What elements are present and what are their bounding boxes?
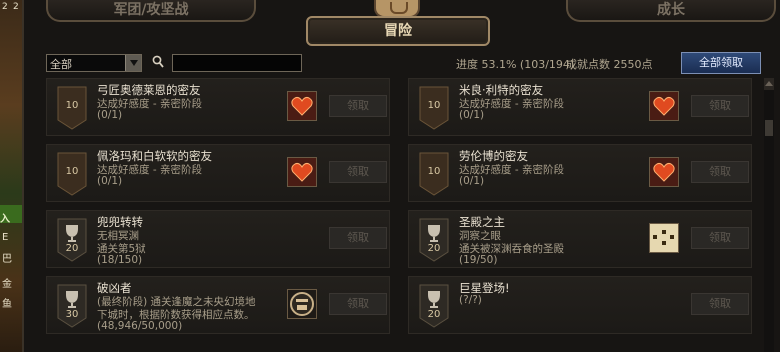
scroll-icon[interactable] (649, 223, 679, 253)
achievement-card: 30 破凶者 (最终阶段) 通关逢魔之未央幻境地 下城时，根据阶数获得相应点数。 (48… (46, 276, 390, 334)
badge-points: 30 (65, 309, 79, 320)
trophy-badge-icon: 20 (57, 218, 87, 262)
achievement-card: 10 米良·利特的密友 达成好感度 - 亲密阶段 (0/1) 领取 (408, 78, 752, 136)
side-number: 2 (2, 2, 8, 12)
filter-value: 全部 (50, 58, 72, 71)
side-text-2: 巴 (2, 254, 12, 265)
achievement-panel: 军团/攻坚战 成长 冒险 全部 进度 53.1% (103/194) 成就点数 … (22, 0, 780, 352)
claim-button[interactable]: 领取 (691, 293, 749, 315)
scrollbar[interactable] (764, 78, 774, 352)
achievement-card: 20 巨星登场! (?/?) 领取 (408, 276, 752, 334)
toolbar: 全部 进度 53.1% (103/194) 成就点数 2550点 全部领取 (46, 52, 776, 76)
game-side-strip: 2 2 入 E 巴 金 鱼 (0, 0, 22, 352)
category-filter-select[interactable]: 全部 (46, 54, 142, 72)
achievement-detail: (0/1) (459, 175, 485, 187)
badge-points: 10 (427, 166, 441, 177)
scroll-up-icon[interactable] (764, 78, 774, 90)
achievement-card: 10 弓匠奥德莱恩的密友 达成好感度 - 亲密阶段 (0/1) 领取 (46, 78, 390, 136)
achievement-detail: (0/1) (97, 109, 123, 121)
scroll-thumb[interactable] (765, 120, 773, 136)
achievement-points: 成就点数 2550点 (566, 58, 653, 71)
claim-button[interactable]: 领取 (691, 95, 749, 117)
side-text-4: 鱼 (2, 299, 12, 310)
achievement-detail: (0/1) (97, 175, 123, 187)
heart-icon[interactable] (287, 157, 317, 187)
claim-button[interactable]: 领取 (329, 95, 387, 117)
claim-button[interactable]: 领取 (691, 161, 749, 183)
tab-adventure[interactable]: 冒险 (306, 16, 490, 46)
progress-text: 进度 53.1% (103/194) (456, 58, 575, 71)
badge-points: 20 (427, 309, 441, 320)
achievement-detail: (18/150) (97, 254, 143, 266)
tab-growth[interactable]: 成长 (566, 0, 776, 22)
badge-points: 10 (427, 100, 441, 111)
heart-icon[interactable] (287, 91, 317, 121)
heart-icon[interactable] (649, 91, 679, 121)
claim-all-button[interactable]: 全部领取 (681, 52, 761, 74)
achievement-list: 10 弓匠奥德莱恩的密友 达成好感度 - 亲密阶段 (0/1) 领取 10 米良·利特的密友… (46, 78, 754, 352)
shield-badge-icon: 10 (419, 86, 449, 130)
side-text-3: 金 (2, 279, 12, 290)
badge-points: 20 (427, 243, 441, 254)
achievement-card: 20 圣殿之主 洞察之眼 通关被深渊吞食的圣殿 (19/50) 领取 (408, 210, 752, 268)
heart-icon[interactable] (649, 157, 679, 187)
achievement-card: 10 佩洛玛和白软软的密友 达成好感度 - 亲密阶段 (0/1) 领取 (46, 144, 390, 202)
achievement-card: 10 劳伦博的密友 达成好感度 - 亲密阶段 (0/1) 领取 (408, 144, 752, 202)
trophy-badge-icon: 20 (419, 284, 449, 328)
trophy-badge-icon: 30 (57, 284, 87, 328)
side-green-label: 入 (0, 214, 10, 225)
shield-badge-icon: 10 (419, 152, 449, 196)
claim-button[interactable]: 领取 (329, 227, 387, 249)
claim-button[interactable]: 领取 (329, 161, 387, 183)
search-input[interactable] (172, 54, 302, 72)
achievement-card: 20 兜兜转转 无相冥渊 通关第5狱 (18/150) 领取 (46, 210, 390, 268)
shield-badge-icon: 10 (57, 86, 87, 130)
achievement-detail: (0/1) (459, 109, 485, 121)
badge-points: 10 (65, 100, 79, 111)
chevron-down-icon[interactable] (125, 55, 141, 71)
badge-points: 10 (65, 166, 79, 177)
trophy-badge-icon: 20 (419, 218, 449, 262)
side-count: 2 (13, 2, 19, 12)
achievement-detail: (48,946/50,000) (97, 320, 183, 332)
achievement-detail: (?/?) (459, 294, 482, 306)
emblem-icon[interactable] (287, 289, 317, 319)
tab-corps-siege[interactable]: 军团/攻坚战 (46, 0, 256, 22)
side-text-1: E (2, 232, 9, 243)
achievement-detail: (19/50) (459, 254, 498, 266)
badge-points: 20 (65, 243, 79, 254)
claim-button[interactable]: 领取 (329, 293, 387, 315)
shield-badge-icon: 10 (57, 152, 87, 196)
claim-button[interactable]: 领取 (691, 227, 749, 249)
search-icon (152, 55, 164, 68)
